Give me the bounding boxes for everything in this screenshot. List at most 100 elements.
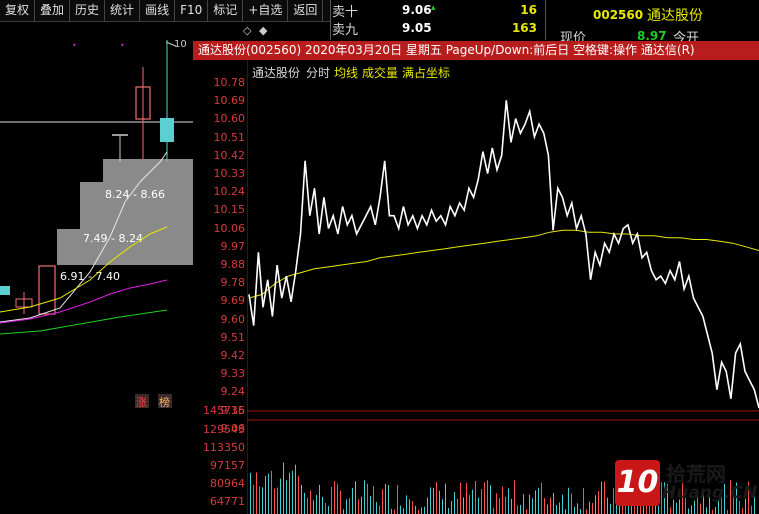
volume-bar — [286, 480, 287, 514]
kline-chart: 10 • • 8.24 - 8.66 7.49 - 8.24 6.91 - 7.… — [0, 39, 193, 409]
volume-bar — [508, 488, 509, 514]
volume-bar — [400, 505, 401, 514]
add-favorite-button[interactable]: +自选 — [243, 0, 289, 21]
volume-bar — [571, 493, 572, 514]
candle — [160, 118, 174, 142]
volume-bar — [700, 503, 701, 514]
overlay-button[interactable]: 叠加 — [35, 0, 71, 21]
statistics-button[interactable]: 统计 — [105, 0, 141, 21]
volume-bar — [604, 481, 605, 514]
volume-bar — [355, 481, 356, 514]
popup-title-bar[interactable]: 通达股份(002560) 2020年03月20日 星期五 PageUp/Down… — [193, 41, 759, 60]
volume-bar — [538, 487, 539, 514]
volume-bar — [475, 480, 476, 514]
volume-bar — [454, 491, 455, 514]
volume-bar — [463, 497, 464, 514]
volume-bar — [568, 487, 569, 514]
volume-bar — [403, 508, 404, 514]
stock-name: 通达股份 — [647, 8, 703, 24]
price-axis-label: 9.60 — [220, 312, 246, 326]
volume-bar — [343, 509, 344, 514]
price-axis-label: 9.42 — [220, 349, 246, 362]
volume-bar — [406, 495, 407, 514]
restore-rights-button[interactable]: 复权 — [0, 0, 36, 21]
volume-bar — [394, 509, 395, 514]
volume-bar — [442, 499, 443, 514]
volume-bar — [553, 492, 554, 514]
volume-bar — [397, 485, 398, 514]
volume-bar — [460, 482, 461, 514]
volume-bar — [319, 484, 320, 514]
ma-magenta — [0, 279, 168, 324]
volume-bar — [307, 497, 308, 514]
mark-button[interactable]: 标记 — [208, 0, 244, 21]
volume-bar — [574, 506, 575, 514]
price-axis-label: 9.24 — [220, 385, 246, 399]
ask10-volume: 16 — [520, 3, 537, 17]
price-axis-label: 10.33 — [213, 167, 246, 180]
price-axis-label: 9.33 — [220, 367, 246, 381]
volume-bar — [451, 500, 452, 514]
volume-bar — [280, 478, 281, 514]
volume-bar — [361, 496, 362, 514]
volume-bar — [328, 506, 329, 514]
volume-bar — [340, 490, 341, 514]
volume-bar — [493, 507, 494, 514]
volume-bar — [658, 505, 659, 514]
history-button[interactable]: 历史 — [70, 0, 106, 21]
volume-bar — [367, 483, 368, 514]
volume-bar — [430, 487, 431, 514]
volume-bar — [445, 483, 446, 514]
ask9-label: 卖九 — [332, 23, 359, 38]
volume-bar — [376, 502, 377, 514]
badge-rise[interactable]: 涨 — [136, 396, 147, 409]
divider — [545, 0, 546, 40]
volume-bar — [448, 507, 449, 514]
volume-bar — [496, 493, 497, 514]
volume-bar — [547, 504, 548, 514]
price-axis-label: 10.42 — [213, 148, 246, 162]
volume-bar — [742, 508, 743, 514]
volume-bar — [565, 509, 566, 514]
volume-bar — [511, 498, 512, 514]
volume-bar — [691, 505, 692, 514]
price-axis-label: 10.60 — [213, 112, 246, 126]
dot-marker: • — [120, 41, 125, 50]
volume-bar — [583, 488, 584, 514]
volume-bar — [421, 507, 422, 514]
volume-bar — [349, 498, 350, 514]
volume-bar — [310, 490, 311, 514]
vol-axis-label: 129543 — [203, 423, 245, 436]
volume-bar — [289, 472, 290, 514]
volume-bar — [253, 484, 254, 514]
volume-bar — [598, 491, 599, 514]
volume-bar — [577, 503, 578, 514]
volume-bar — [544, 498, 545, 514]
price-axis-label: 9.69 — [220, 294, 246, 308]
volume-bar — [325, 502, 326, 514]
volume-bar — [298, 475, 299, 514]
diamond-filled-icon[interactable]: ◆ — [259, 24, 267, 37]
volume-bar — [274, 488, 275, 514]
volume-bar — [490, 485, 491, 514]
f10-button[interactable]: F10 — [175, 0, 209, 21]
volume-bar — [595, 495, 596, 514]
volume-bar — [364, 480, 365, 514]
volume-bar — [346, 499, 347, 514]
price-axis-label: 9.97 — [220, 239, 246, 253]
volume-bar — [484, 482, 485, 514]
volume-bar — [409, 499, 410, 514]
volume-bar — [613, 488, 614, 514]
price-axis-label: 10.15 — [213, 203, 246, 217]
price-line — [248, 100, 759, 409]
volume-bar — [502, 486, 503, 514]
back-button[interactable]: 返回 — [288, 0, 324, 21]
volume-bar — [541, 482, 542, 514]
diamond-icon[interactable]: ◇ — [243, 24, 251, 37]
draw-line-button[interactable]: 画线 — [140, 0, 176, 21]
badge-rank[interactable]: 榜 — [159, 395, 170, 409]
average-line — [248, 229, 759, 299]
intraday-chart — [247, 60, 759, 514]
volume-bar — [262, 487, 263, 514]
volume-bar — [379, 505, 380, 514]
